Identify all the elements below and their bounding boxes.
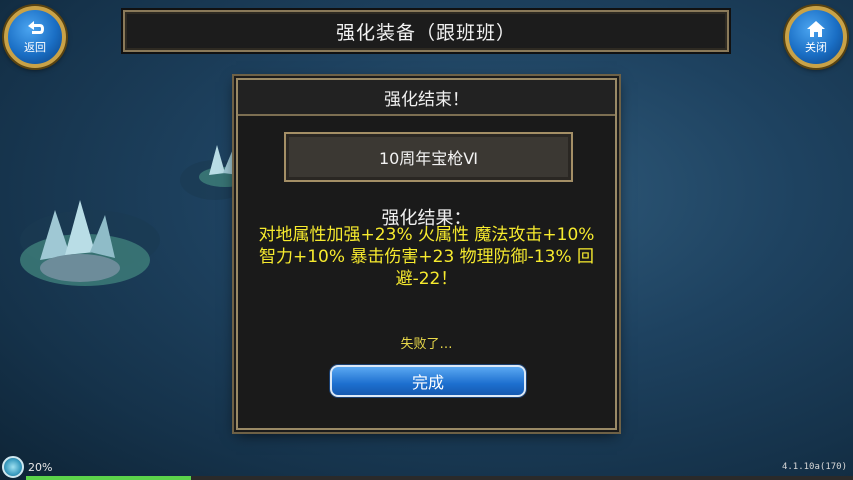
back-button[interactable]: 返回: [4, 6, 66, 68]
house-icon: [807, 20, 825, 37]
crystal-creature-1: [20, 200, 150, 286]
page-title: 强化装备（跟班班）: [335, 21, 516, 44]
enhance-result-dialog: 强化结束！ 10周年宝枪Ⅵ 强化结果： 对地属性加强+23% 火属性 魔法攻击+…: [236, 78, 617, 430]
dialog-title: 强化结束！: [384, 89, 469, 110]
result-text: 对地属性加强+23% 火属性 魔法攻击+10% 智力+10% 暴击伤害+23 物…: [258, 225, 595, 289]
item-name: 10周年宝枪Ⅵ: [378, 149, 479, 168]
status-orb-icon: [2, 456, 24, 478]
item-name-box: 10周年宝枪Ⅵ: [284, 132, 573, 182]
joystick-hint: [208, 352, 210, 364]
status-area: 20%: [2, 456, 52, 478]
progress-text: 20%: [28, 460, 53, 474]
dialog-header: 强化结束！: [238, 80, 615, 116]
close-button[interactable]: 关闭: [785, 6, 847, 68]
status-text: 失败了…: [400, 337, 453, 352]
progress-fill: [26, 476, 192, 480]
back-label: 返回: [24, 40, 46, 54]
progress-bar: [26, 476, 853, 480]
close-label: 关闭: [805, 40, 827, 54]
version-text: 4.1.10a(170): [781, 462, 847, 472]
done-label: 完成: [411, 373, 444, 392]
return-arrow-icon: [28, 20, 44, 34]
done-button[interactable]: 完成: [330, 365, 526, 397]
page-title-bar: 强化装备（跟班班）: [123, 10, 729, 52]
